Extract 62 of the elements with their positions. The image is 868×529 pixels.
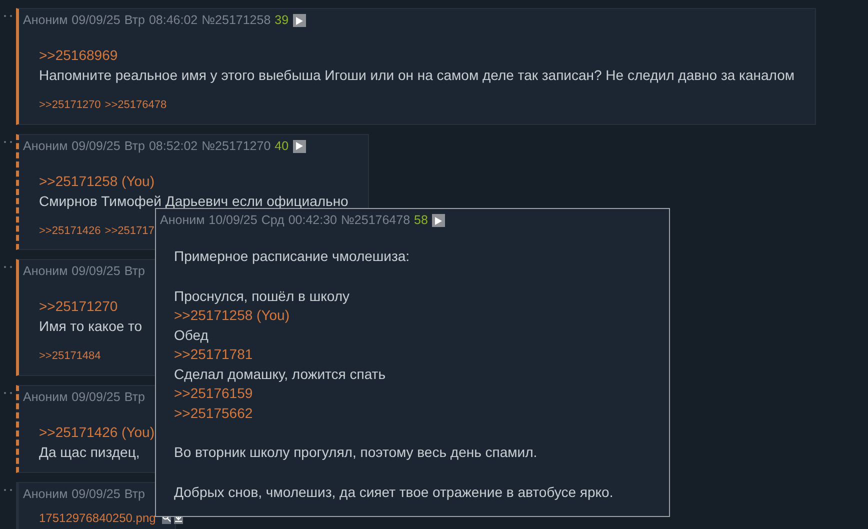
post-count: 39 (274, 12, 289, 29)
post-weekday: Втр (124, 12, 145, 29)
author-name: Аноним (23, 388, 68, 406)
post-text: Сделал домашку, ложится спать (174, 364, 387, 384)
backlink[interactable]: >>251717 (104, 222, 154, 239)
reply-link[interactable]: >>25176159 (174, 385, 253, 401)
post-date: 09/09/25 (72, 12, 120, 29)
post-weekday: Втр (124, 138, 145, 154)
author-name: Аноним (23, 486, 68, 502)
post-text: Смирнов Тимофей Дарьевич если официально (39, 192, 348, 210)
post-weekday: Втр (124, 263, 145, 280)
play-icon (296, 16, 303, 24)
drag-handle-icon[interactable] (3, 14, 13, 18)
backlink[interactable]: >>25171426 (39, 222, 101, 239)
play-button[interactable] (432, 214, 445, 227)
backlink[interactable]: >>25171270 (39, 97, 101, 114)
post-text: Проснулся, пошёл в школу (174, 286, 351, 306)
post-text: Имя то какое то (39, 317, 144, 336)
author-name: Аноним (23, 138, 68, 154)
drag-handle-icon[interactable] (3, 140, 13, 144)
drag-handle-icon[interactable] (3, 488, 13, 492)
post-text: Обед (174, 326, 210, 345)
reply-link[interactable]: >>25171270 (39, 298, 118, 314)
post-time: 08:46:02 (148, 12, 198, 29)
post-date: 09/09/25 (72, 138, 120, 154)
reply-link[interactable]: >>25171258 (You) (39, 172, 154, 188)
post-count: 40 (274, 138, 289, 154)
post-number[interactable]: №25171258 (202, 12, 271, 29)
post-weekday: Втр (124, 388, 145, 406)
post-number[interactable]: №25176478 (341, 212, 410, 229)
post-text: Да щас пиздец, (39, 442, 141, 462)
reply-link[interactable]: >>25171426 (You) (39, 424, 154, 440)
play-button[interactable] (292, 140, 306, 152)
post-date: 09/09/25 (72, 486, 120, 502)
play-icon (434, 216, 442, 224)
drag-handle-icon[interactable] (3, 265, 13, 269)
backlink[interactable]: >>25171484 (39, 348, 101, 364)
post-number[interactable]: №25171270 (202, 138, 271, 154)
post-weekday: Срд (261, 212, 284, 229)
post-text: Добрых снов, чмолешиз, да сияет твое отражение в автобусе ярко. (174, 482, 614, 502)
post-time: 00:42:30 (288, 212, 338, 229)
author-name: Аноним (23, 263, 68, 280)
reply-link[interactable]: >>25171781 (174, 346, 253, 362)
play-icon (296, 142, 303, 150)
post-text: Примерное расписание чмолешиза: (174, 247, 411, 266)
backlink[interactable]: >>25176478 (104, 97, 167, 114)
drag-handle-icon[interactable] (3, 390, 13, 394)
post-count: 58 (414, 212, 428, 229)
reply-link[interactable]: >>25171258 (You) (174, 307, 290, 323)
reply-link[interactable]: >>25175662 (174, 404, 253, 420)
author-name: Аноним (160, 212, 205, 229)
post-date: 09/09/25 (72, 388, 120, 406)
post-time: 08:52:02 (148, 138, 198, 154)
file-link[interactable]: 17512976840250.png (39, 508, 156, 526)
play-button[interactable] (292, 14, 306, 27)
reply-link[interactable]: >>25168969 (39, 47, 118, 63)
post-date: 10/09/25 (208, 212, 258, 229)
post-weekday: Втр (124, 486, 145, 502)
post-text: Во вторник школу прогулял, поэтому весь день спамил. (174, 443, 538, 462)
author-name: Аноним (23, 12, 68, 29)
post-text: Напомните реальное имя у этого выебыша Игоши или он на самом деле так записан? Не следил давно за каналом (39, 66, 795, 85)
post-date: 09/09/25 (72, 263, 120, 280)
